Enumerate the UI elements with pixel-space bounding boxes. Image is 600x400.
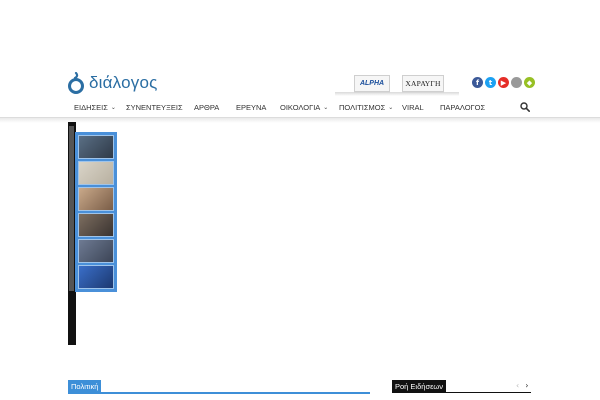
- nav-item-label: ΕΡΕΥΝΑ: [236, 103, 267, 112]
- nav-item-8[interactable]: ΠΑΡΑΛΟΓΟΣ: [440, 103, 485, 112]
- nav-item-3[interactable]: ΑΡΘΡΑ: [194, 103, 219, 112]
- xaraugi-logo[interactable]: ΧΑΡΑΥΓΗ: [402, 75, 444, 92]
- nav-item-1[interactable]: ΕΙΔΗΣΕΙΣ ⌄: [74, 103, 116, 112]
- nav-item-7[interactable]: VIRAL: [402, 103, 424, 112]
- thumb-car[interactable]: [78, 265, 114, 289]
- nav-item-label: ΑΡΘΡΑ: [194, 103, 220, 112]
- nav-item-5[interactable]: ΟΙΚΟΛΟΓΙΑ ⌄: [280, 103, 328, 112]
- prev-arrow-icon[interactable]: ‹: [516, 381, 519, 390]
- search-icon[interactable]: [520, 102, 530, 112]
- alpha-logo[interactable]: ALPHA: [354, 75, 390, 92]
- section-politiki-underline: [68, 392, 370, 394]
- news-feed-pager: ‹ ›: [516, 381, 528, 390]
- nav-item-label: ΟΙΚΟΛΟΓΙΑ: [280, 103, 321, 112]
- nav-divider: [0, 117, 600, 118]
- section-news-feed-underline: [392, 392, 531, 393]
- nav-item-label: ΕΙΔΗΣΕΙΣ: [74, 103, 108, 112]
- nav-item-label: VIRAL: [402, 103, 424, 112]
- nav-item-label: ΠΑΡΑΛΟΓΟΣ: [440, 103, 486, 112]
- chevron-down-icon: ⌄: [323, 105, 329, 111]
- thumb-man-portrait[interactable]: [78, 187, 114, 211]
- main-nav: ΕΙΔΗΣΕΙΣ ⌄ ΣΥΝΕΝΤΕΥΞΕΙΣ ΑΡΘΡΑ ΕΡΕΥΝΑ ΟΙΚΟΛΟΓΙ…: [66, 99, 532, 117]
- logo-text: διάλογος: [89, 73, 158, 92]
- social-icons: f t ▶ ◆: [472, 77, 535, 88]
- logo-mark-icon: [68, 72, 84, 94]
- youtube-icon[interactable]: ▶: [498, 77, 509, 88]
- site-logo[interactable]: διάλογος: [66, 72, 158, 94]
- nav-item-label: ΣΥΝΕΝΤΕΥΞΕΙΣ: [126, 103, 183, 112]
- apple-icon[interactable]: [511, 77, 522, 88]
- partner-shadow: [335, 92, 459, 96]
- thumb-document[interactable]: [78, 161, 114, 185]
- twitter-icon[interactable]: t: [485, 77, 496, 88]
- nav-item-4[interactable]: ΕΡΕΥΝΑ: [236, 103, 266, 112]
- chevron-down-icon: ⌄: [110, 105, 116, 111]
- next-arrow-icon[interactable]: ›: [525, 381, 528, 390]
- chevron-down-icon: ⌄: [388, 105, 394, 111]
- thumb-group[interactable]: [78, 239, 114, 263]
- nav-item-label: ΠΟΛΙΤΙΣΜΟΣ: [339, 103, 386, 112]
- slider-scroll-thumb[interactable]: [69, 126, 74, 291]
- nav-item-2[interactable]: ΣΥΝΕΝΤΕΥΞΕΙΣ: [126, 103, 183, 112]
- partner-logos: ALPHA ΧΑΡΑΥΓΗ: [354, 75, 444, 92]
- thumb-meeting[interactable]: [78, 213, 114, 237]
- nav-item-6[interactable]: ΠΟΛΙΤΙΣΜΟΣ ⌄: [339, 103, 393, 112]
- facebook-icon[interactable]: f: [472, 77, 483, 88]
- thumb-man-suit[interactable]: [78, 135, 114, 159]
- android-icon[interactable]: ◆: [524, 77, 535, 88]
- slider-thumbnails: [75, 132, 117, 292]
